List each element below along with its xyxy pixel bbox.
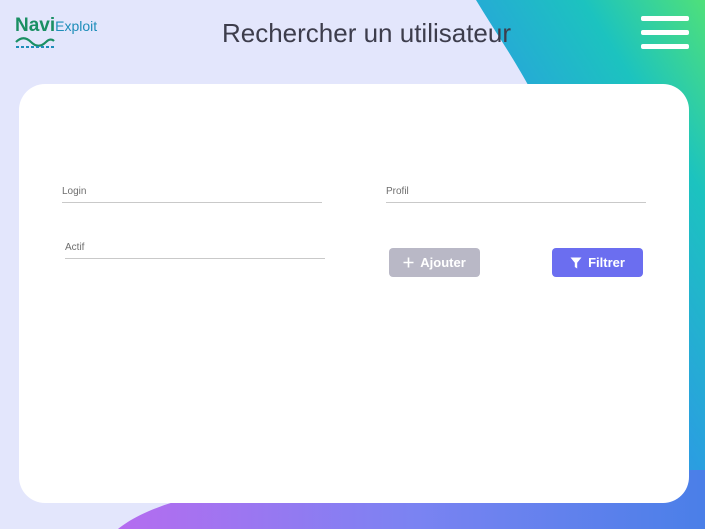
login-field	[62, 181, 322, 203]
filter-funnel-icon	[570, 257, 582, 269]
hamburger-menu-button[interactable]	[641, 16, 689, 50]
add-button-label: Ajouter	[420, 255, 466, 270]
page-title: Rechercher un utilisateur	[221, 18, 512, 48]
plus-icon	[403, 257, 414, 268]
menu-bar-top	[641, 16, 689, 21]
filter-button-label: Filtrer	[588, 255, 625, 270]
profil-field	[386, 181, 646, 203]
search-card: Ajouter Filtrer	[19, 84, 689, 503]
filter-button[interactable]: Filtrer	[552, 248, 643, 277]
menu-bar-middle	[641, 30, 689, 35]
actif-field	[65, 237, 325, 259]
menu-bar-bottom	[641, 44, 689, 49]
actif-input[interactable]	[65, 238, 325, 258]
add-button[interactable]: Ajouter	[389, 248, 480, 277]
profil-input[interactable]	[386, 182, 646, 202]
login-input[interactable]	[62, 182, 322, 202]
